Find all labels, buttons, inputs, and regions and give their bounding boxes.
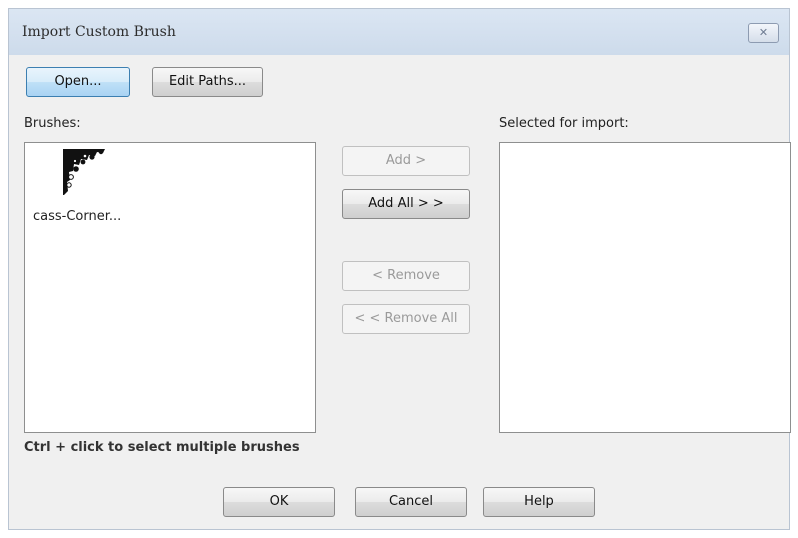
import-custom-brush-dialog: Import Custom Brush ✕ Open... Edit Paths…: [8, 8, 791, 530]
dialog-title: Import Custom Brush: [22, 24, 176, 40]
close-button[interactable]: ✕: [748, 23, 779, 43]
add-button[interactable]: Add >: [342, 146, 470, 176]
close-icon: ✕: [758, 26, 769, 39]
ok-button[interactable]: OK: [223, 487, 335, 517]
open-button[interactable]: Open...: [26, 67, 130, 97]
cancel-button[interactable]: Cancel: [355, 487, 467, 517]
brushes-listbox[interactable]: cass-Corner...: [24, 142, 316, 433]
edit-paths-button[interactable]: Edit Paths...: [152, 67, 263, 97]
brushes-label: Brushes:: [24, 116, 81, 131]
add-all-button[interactable]: Add All > >: [342, 189, 470, 219]
brush-list-item[interactable]: cass-Corner...: [31, 147, 151, 237]
corner-brush-thumbnail-icon: [63, 149, 105, 195]
title-bar: Import Custom Brush ✕: [9, 9, 789, 55]
multi-select-hint: Ctrl + click to select multiple brushes: [24, 440, 300, 455]
remove-button[interactable]: < Remove: [342, 261, 470, 291]
remove-all-button[interactable]: < < Remove All: [342, 304, 470, 334]
selected-for-import-label: Selected for import:: [499, 116, 629, 131]
help-button[interactable]: Help: [483, 487, 595, 517]
brush-name: cass-Corner...: [33, 209, 122, 224]
selected-for-import-listbox[interactable]: [499, 142, 791, 433]
